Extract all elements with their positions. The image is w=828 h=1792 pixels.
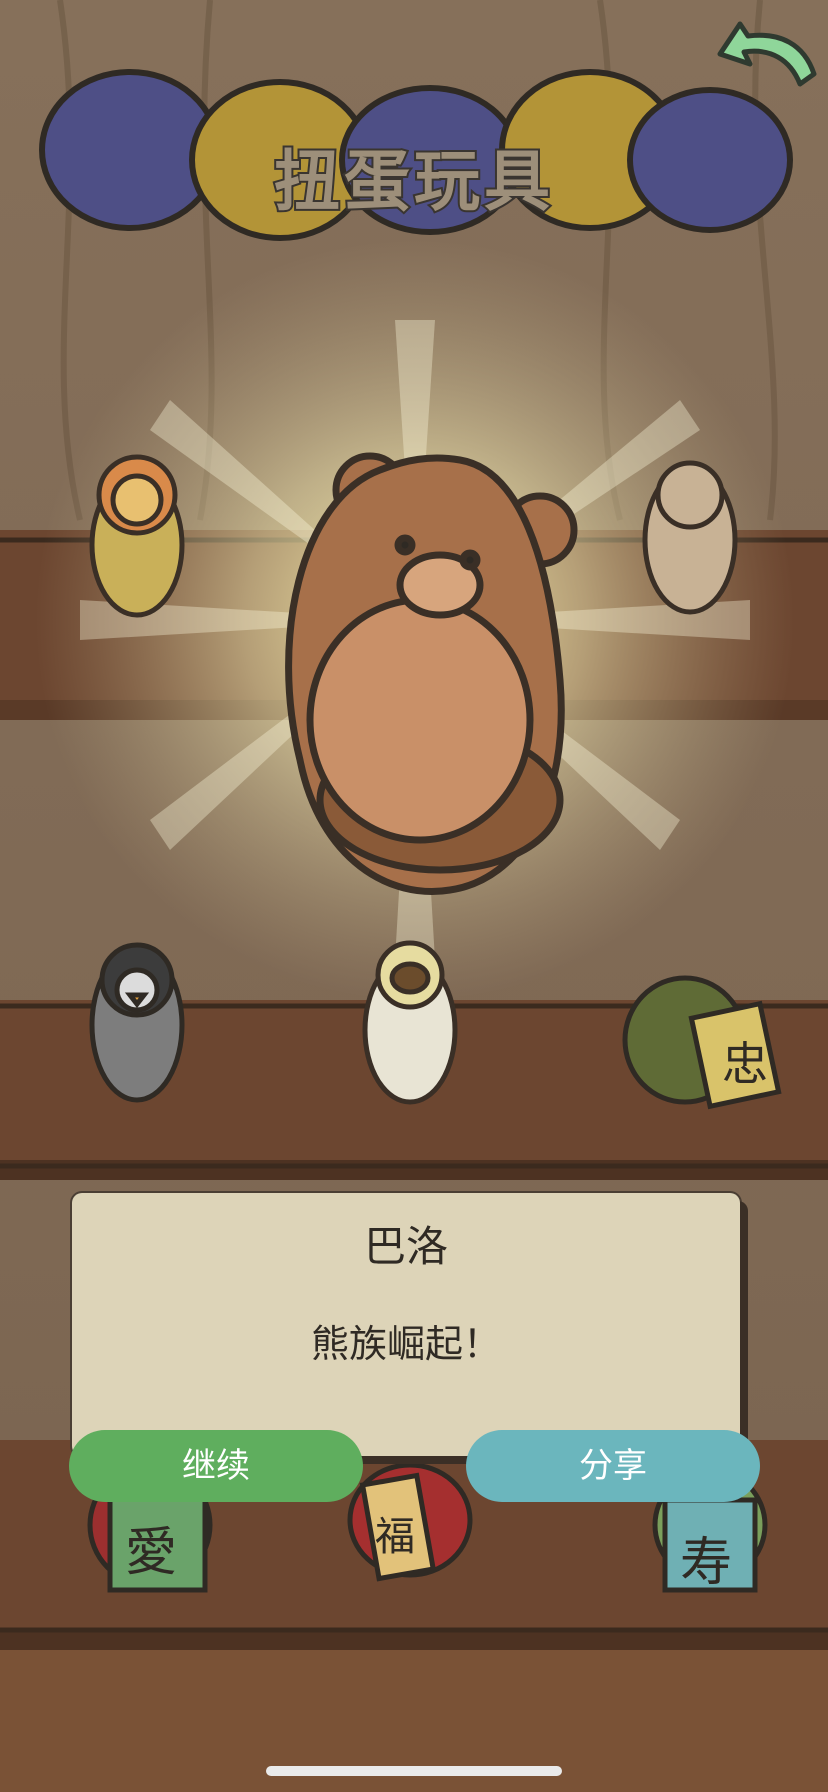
fortune-tag-text: 福 <box>375 1514 415 1560</box>
game-scene: 忠 愛 福 寿 <box>0 0 828 1792</box>
back-arrow-icon[interactable] <box>710 14 820 100</box>
longevity-tag-text: 寿 <box>680 1533 732 1593</box>
share-button[interactable]: 分享 <box>466 1430 760 1502</box>
dog-doll <box>642 460 738 615</box>
toy-name: 巴洛 <box>363 1222 448 1271</box>
home-indicator[interactable] <box>266 1766 562 1776</box>
lion-doll <box>89 454 185 618</box>
screen-title: 扭蛋玩具 <box>272 141 554 222</box>
bear-doll <box>285 452 578 895</box>
penguin-doll <box>89 942 185 1103</box>
love-tag-text: 愛 <box>125 1523 177 1583</box>
reward-dialog: 巴洛 熊族崛起！ <box>72 1193 740 1456</box>
durian-tag-text: 忠 <box>722 1037 768 1091</box>
continue-button[interactable]: 继续 <box>69 1430 363 1502</box>
toy-message: 熊族崛起！ <box>310 1322 501 1366</box>
sheep-doll <box>362 940 458 1105</box>
